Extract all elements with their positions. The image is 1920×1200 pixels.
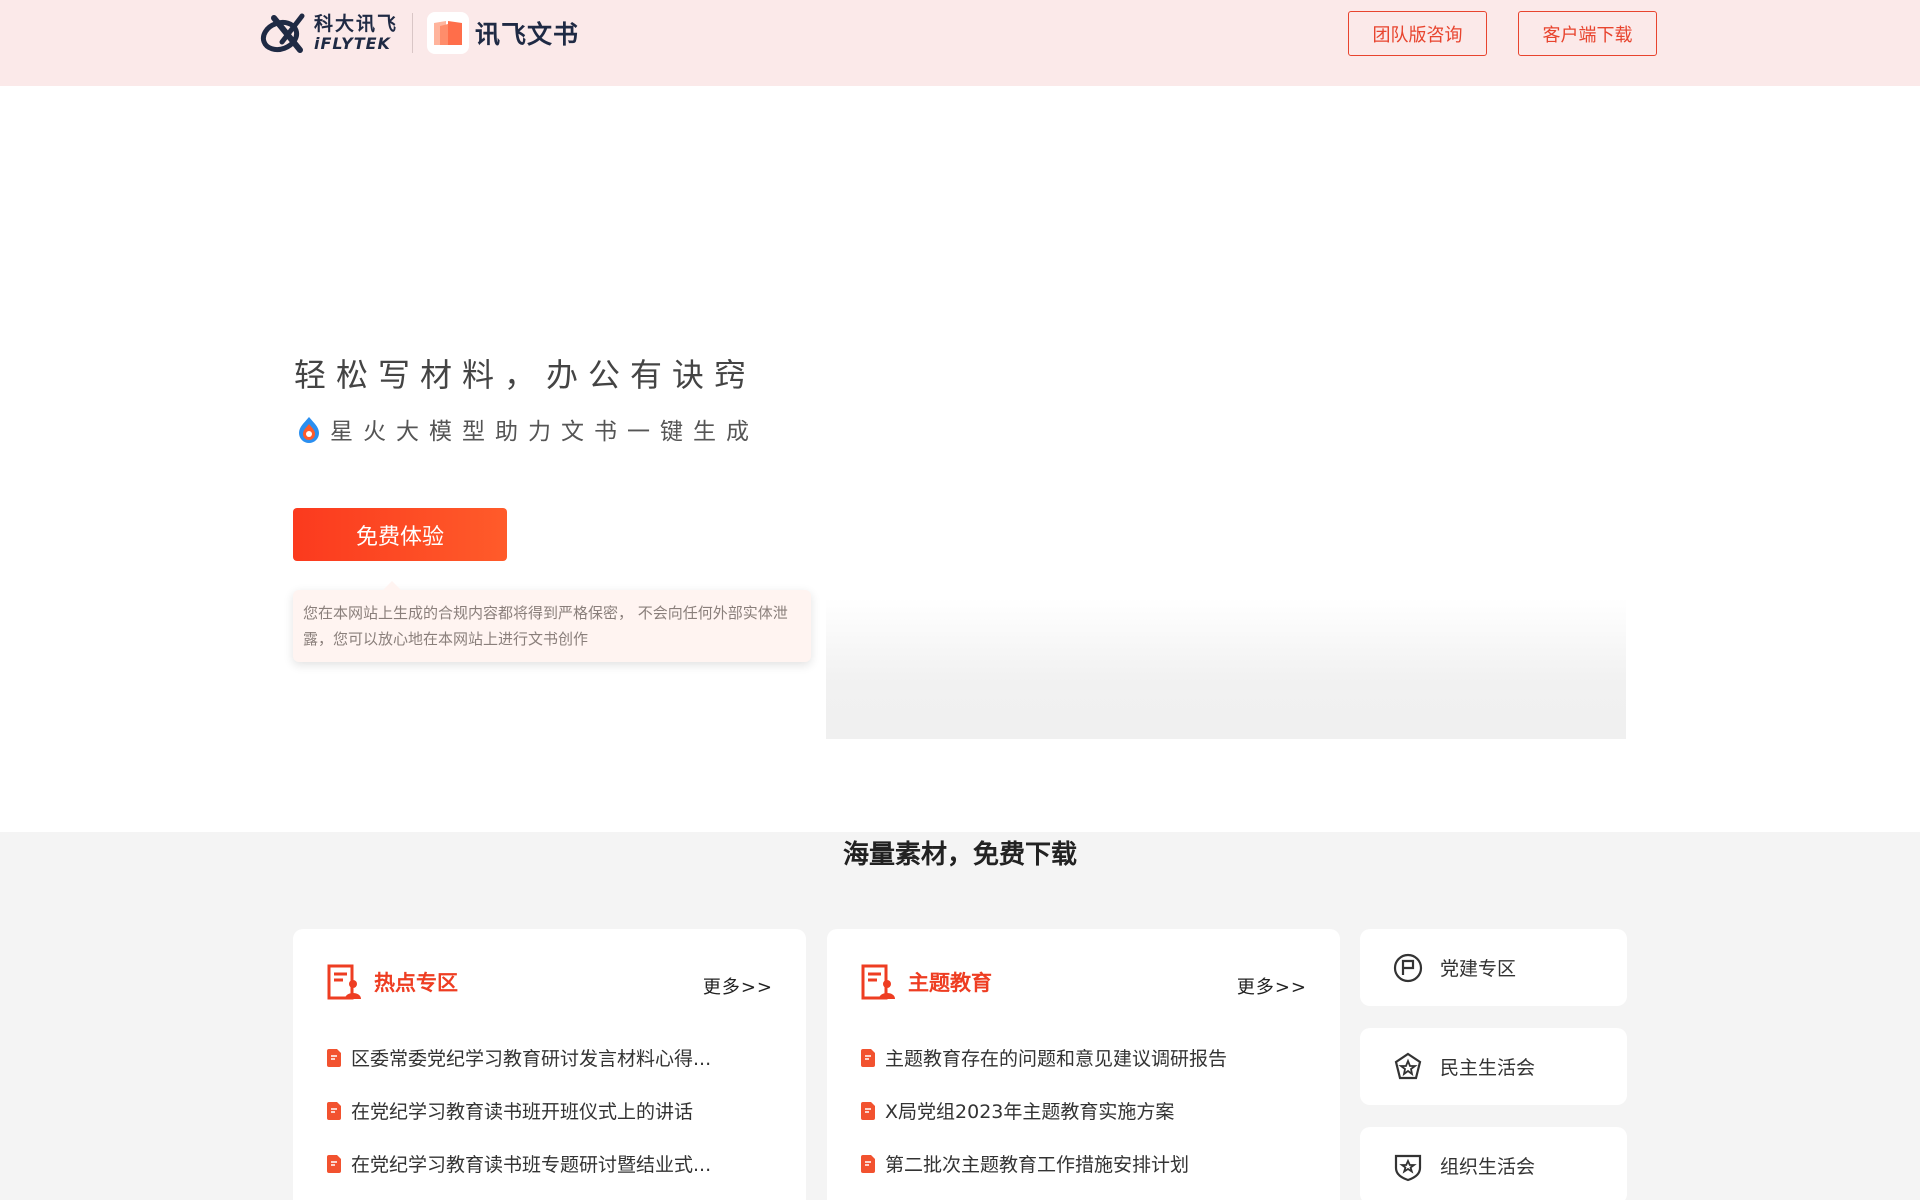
more-link[interactable]: 更多>>	[1237, 973, 1307, 999]
list-item[interactable]: 在党纪学习教育读书班开班仪式上的讲话	[327, 1084, 711, 1137]
list-item-label: 在党纪学习教育读书班专题研讨暨结业式...	[351, 1154, 712, 1176]
iflytek-en-name: iFLYTEK	[314, 33, 391, 53]
document-icon	[327, 1048, 341, 1067]
hero-title: 轻松写材料，办公有诀窍	[294, 356, 757, 394]
free-trial-button[interactable]: 免费体验	[293, 508, 507, 561]
book-icon	[427, 12, 470, 54]
card-header: 热点专区	[326, 963, 458, 1001]
document-icon	[861, 1048, 875, 1067]
article-list: 主题教育存在的问题和意见建议调研报告 X局党组2023年主题教育实施方案 第二批…	[861, 1031, 1227, 1190]
article-list: 区委常委党纪学习教育研讨发言材料心得... 在党纪学习教育读书班开班仪式上的讲话…	[327, 1031, 711, 1190]
card-title: 热点专区	[374, 971, 458, 995]
list-item[interactable]: 主题教育存在的问题和意见建议调研报告	[861, 1031, 1227, 1084]
list-item[interactable]: 第二批次主题教育工作措施安排计划	[861, 1137, 1227, 1190]
document-person-icon	[327, 964, 361, 1000]
document-person-icon	[861, 964, 895, 1000]
document-icon	[327, 1154, 341, 1173]
list-item[interactable]: 在党纪学习教育读书班专题研讨暨结业式...	[327, 1137, 711, 1190]
side-item-party-building[interactable]: 党建专区	[1360, 929, 1627, 1006]
top-header: 科大讯飞 iFLYTEK 讯飞文书 团队版咨询 客户端下载	[0, 0, 1920, 86]
iflytek-wordmark: 科大讯飞 iFLYTEK	[314, 12, 399, 53]
side-item-label: 民主生活会	[1440, 1057, 1536, 1079]
star-badge-icon	[1394, 1052, 1422, 1079]
client-download-button[interactable]: 客户端下载	[1518, 11, 1657, 56]
product-name: 讯飞文书	[475, 20, 580, 49]
list-item-label: 主题教育存在的问题和意见建议调研报告	[885, 1048, 1228, 1070]
shield-star-icon	[1394, 1154, 1422, 1181]
card-header: 主题教育	[860, 963, 992, 1001]
document-icon	[861, 1101, 875, 1120]
hero-visual-area	[826, 598, 1626, 739]
hot-topics-card: 热点专区 更多>> 区委常委党纪学习教育研讨发言材料心得... 在党纪学习教育读…	[293, 929, 806, 1200]
list-item-label: 区委常委党纪学习教育研讨发言材料心得...	[351, 1048, 712, 1070]
brand-logo[interactable]: 科大讯飞 iFLYTEK 讯飞文书	[260, 10, 579, 56]
privacy-tooltip: 您在本网站上生成的合规内容都将得到严格保密， 不会向任何外部实体泄露，您可以放心…	[293, 581, 811, 662]
card-title: 主题教育	[908, 971, 992, 995]
list-item-label: 在党纪学习教育读书班开班仪式上的讲话	[351, 1101, 694, 1123]
document-icon	[861, 1154, 875, 1173]
spark-model-icon	[299, 417, 319, 443]
hero-subtitle-text: 星火大模型助力文书一键生成	[330, 419, 759, 445]
list-item-label: 第二批次主题教育工作措施安排计划	[885, 1154, 1190, 1176]
iflytek-cn-name: 科大讯飞	[314, 12, 399, 35]
hero-subtitle: 星火大模型助力文书一键生成	[296, 412, 759, 446]
chat-flag-icon	[1393, 953, 1423, 982]
brand-divider	[412, 13, 414, 53]
document-icon	[327, 1101, 341, 1120]
side-item-democratic-life[interactable]: 民主生活会	[1360, 1028, 1627, 1105]
iflytek-logo-icon	[260, 13, 305, 53]
list-item-label: X局党组2023年主题教育实施方案	[885, 1101, 1175, 1123]
side-item-label: 党建专区	[1440, 958, 1517, 980]
more-link[interactable]: 更多>>	[703, 973, 773, 999]
theme-education-card: 主题教育 更多>> 主题教育存在的问题和意见建议调研报告 X局党组2023年主题…	[827, 929, 1340, 1200]
list-item[interactable]: X局党组2023年主题教育实施方案	[861, 1084, 1227, 1137]
list-item[interactable]: 区委常委党纪学习教育研讨发言材料心得...	[327, 1031, 711, 1084]
team-consult-button[interactable]: 团队版咨询	[1348, 11, 1487, 56]
side-item-label: 组织生活会	[1440, 1156, 1536, 1178]
side-item-organization-life[interactable]: 组织生活会	[1360, 1127, 1627, 1200]
materials-title: 海量素材，免费下载	[842, 840, 1077, 870]
